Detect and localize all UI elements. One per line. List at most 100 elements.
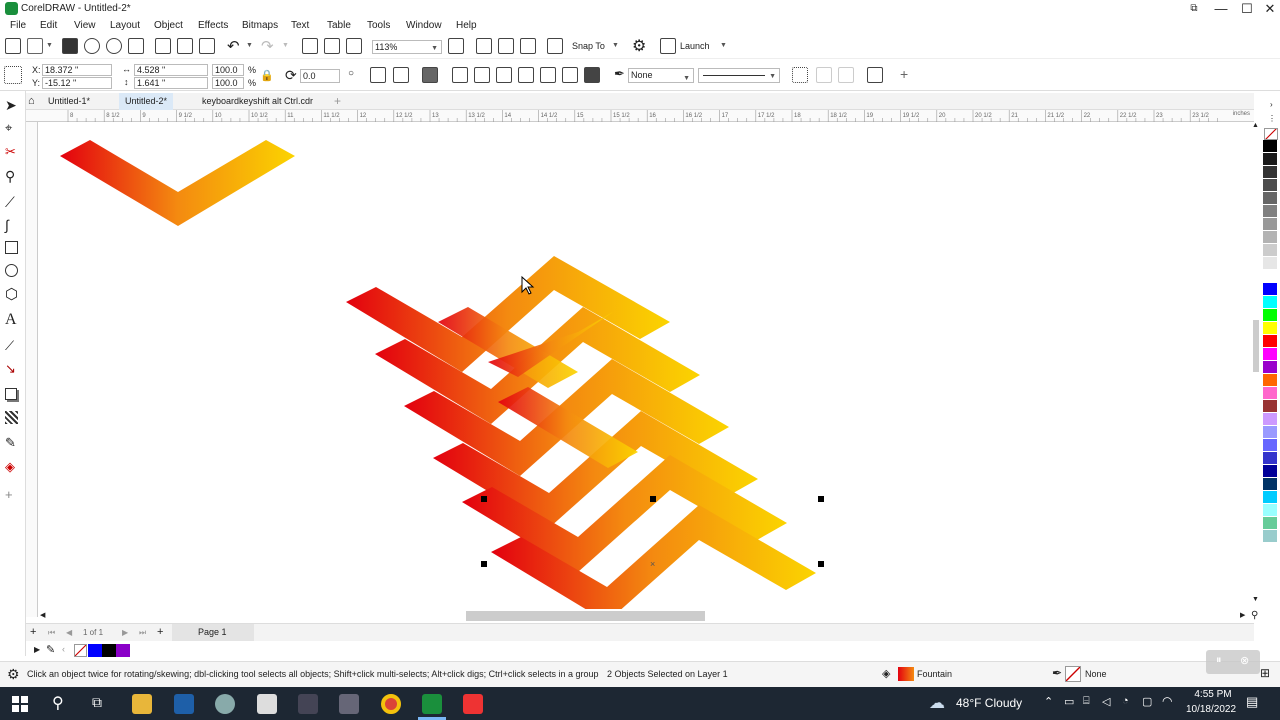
- file-explorer-icon[interactable]: [132, 694, 152, 714]
- options-gear-icon[interactable]: ⚙: [632, 36, 646, 56]
- doc-color-swatch[interactable]: [102, 644, 116, 657]
- palette-swatch[interactable]: [1263, 426, 1277, 439]
- create-boundary-icon[interactable]: [584, 67, 600, 83]
- speaker-icon[interactable]: ◁: [1102, 695, 1110, 708]
- tray-device-icon[interactable]: ▭: [1064, 695, 1074, 708]
- intersect-icon[interactable]: [496, 67, 512, 83]
- menu-edit[interactable]: Edit: [40, 20, 57, 31]
- selection-handle[interactable]: [818, 496, 824, 502]
- fill-swatch[interactable]: [898, 667, 914, 681]
- tray-network-icon[interactable]: ⌸: [1083, 695, 1090, 708]
- cloud-upload-icon[interactable]: [84, 38, 100, 54]
- snap-to-dropdown-icon[interactable]: ▼: [612, 42, 619, 49]
- palette-options-icon[interactable]: ⋮: [1268, 114, 1276, 123]
- app-icon-6[interactable]: [339, 694, 359, 714]
- coreldraw-taskbar-icon[interactable]: [422, 694, 442, 714]
- chevron-pattern-group[interactable]: [346, 256, 816, 612]
- freehand-tool-icon[interactable]: ⟋: [5, 194, 21, 210]
- export-icon[interactable]: [324, 38, 340, 54]
- palette-swatch[interactable]: [1263, 452, 1277, 465]
- polygon-tool-icon[interactable]: ⬡: [5, 285, 21, 303]
- full-screen-preview-icon[interactable]: [448, 38, 464, 54]
- copy-icon[interactable]: [177, 38, 193, 54]
- stop-icon[interactable]: ⊗: [1240, 654, 1249, 667]
- doc-palette-expand-icon[interactable]: ▶: [34, 645, 40, 654]
- palette-swatch[interactable]: [1263, 517, 1277, 530]
- palette-swatch[interactable]: [1263, 374, 1277, 387]
- palette-swatch[interactable]: [1263, 439, 1277, 452]
- back-minus-front-icon[interactable]: [562, 67, 578, 83]
- selection-handle[interactable]: [818, 561, 824, 567]
- rectangle-tool-icon[interactable]: [5, 241, 18, 254]
- outline-width-dropdown-icon[interactable]: ▼: [683, 72, 690, 85]
- last-page-icon[interactable]: ⏭: [139, 628, 146, 638]
- zoom-tool-icon[interactable]: ⚲: [5, 168, 21, 184]
- doc-palette-eyedropper-icon[interactable]: ✎: [46, 643, 55, 656]
- tab-keyboardkeyshift[interactable]: keyboardkeyshift alt Ctrl.cdr: [196, 93, 319, 110]
- tab-untitled-2[interactable]: Untitled-2*: [119, 93, 174, 110]
- palette-swatch[interactable]: [1263, 335, 1277, 348]
- tray-app-icon[interactable]: ◔: [1122, 695, 1129, 707]
- palette-swatch[interactable]: [1263, 218, 1277, 231]
- pause-icon[interactable]: ⏸: [1216, 654, 1222, 667]
- palette-swatch[interactable]: [1263, 348, 1277, 361]
- simplify-icon[interactable]: [518, 67, 534, 83]
- save-icon[interactable]: [62, 38, 78, 54]
- page-1-tab[interactable]: Page 1: [172, 624, 254, 641]
- palette-swatch[interactable]: [1263, 283, 1277, 296]
- artistic-media-icon[interactable]: ∫: [5, 217, 21, 233]
- menu-view[interactable]: View: [74, 20, 96, 31]
- add-page-after-icon[interactable]: +: [157, 626, 163, 638]
- scroll-right-icon[interactable]: ▶: [1240, 611, 1245, 619]
- menu-object[interactable]: Object: [154, 20, 183, 31]
- snagit-editor-icon[interactable]: [463, 694, 483, 714]
- weather-text[interactable]: 48°F Cloudy: [956, 696, 1022, 710]
- add-page-before-icon[interactable]: +: [30, 626, 36, 638]
- palette-swatch[interactable]: [1263, 205, 1277, 218]
- doc-no-color-swatch[interactable]: [74, 644, 87, 657]
- drawing-canvas[interactable]: ×: [38, 122, 1254, 612]
- task-view-icon[interactable]: ⧉: [92, 694, 102, 711]
- menu-layout[interactable]: Layout: [110, 20, 140, 31]
- palette-swatch[interactable]: [1263, 530, 1277, 543]
- palette-scroll-up-icon[interactable]: ›: [1270, 100, 1273, 109]
- notifications-icon[interactable]: ▤: [1246, 694, 1258, 710]
- shape-tool-icon[interactable]: ⌖: [5, 120, 21, 136]
- palette-swatch[interactable]: [1263, 413, 1277, 426]
- height-field[interactable]: 1.641 ": [134, 77, 208, 89]
- menu-table[interactable]: Table: [327, 20, 351, 31]
- app-icon-3[interactable]: [215, 694, 235, 714]
- show-guidelines-icon[interactable]: [520, 38, 536, 54]
- minimize-button[interactable]: —: [1208, 0, 1234, 18]
- parallel-dimension-icon[interactable]: ⟋: [5, 338, 21, 354]
- drop-shadow-icon[interactable]: [5, 388, 17, 400]
- import-icon[interactable]: [302, 38, 318, 54]
- to-back-icon[interactable]: [838, 67, 854, 83]
- zoom-corner-icon[interactable]: ⚲: [1251, 610, 1258, 621]
- menu-window[interactable]: Window: [406, 20, 442, 31]
- outline-pen-status-icon[interactable]: ✒: [1052, 666, 1062, 680]
- palette-swatch[interactable]: [1263, 322, 1277, 335]
- eyedropper-tool-icon[interactable]: ✎: [5, 435, 21, 451]
- palette-swatch[interactable]: [1263, 179, 1277, 192]
- scale-y-field[interactable]: 100.0: [212, 77, 244, 89]
- vertical-ruler[interactable]: [26, 122, 38, 617]
- add-tool-icon[interactable]: +: [5, 487, 21, 503]
- align-distribute-icon[interactable]: [867, 67, 883, 83]
- lock-ratio-icon[interactable]: 🔒: [260, 69, 274, 82]
- doc-palette-prev-icon[interactable]: ‹: [62, 644, 65, 654]
- snap-to-label[interactable]: Snap To: [572, 41, 605, 51]
- print-icon[interactable]: [128, 38, 144, 54]
- open-dropdown-icon[interactable]: ▼: [46, 42, 53, 49]
- publish-pdf-icon[interactable]: [346, 38, 362, 54]
- trim-icon[interactable]: [474, 67, 490, 83]
- line-style-dropdown-icon[interactable]: ▼: [769, 72, 776, 82]
- connector-tool-icon[interactable]: ↘: [5, 361, 21, 377]
- chrome-icon[interactable]: [381, 694, 401, 714]
- account-icon[interactable]: ⧉: [1181, 0, 1207, 18]
- undo-dropdown-icon[interactable]: ▼: [246, 42, 253, 49]
- object-origin-icon[interactable]: [4, 66, 22, 84]
- mirror-vertical-icon[interactable]: [393, 67, 409, 83]
- selection-handle[interactable]: [650, 496, 656, 502]
- add-property-icon[interactable]: +: [900, 66, 908, 82]
